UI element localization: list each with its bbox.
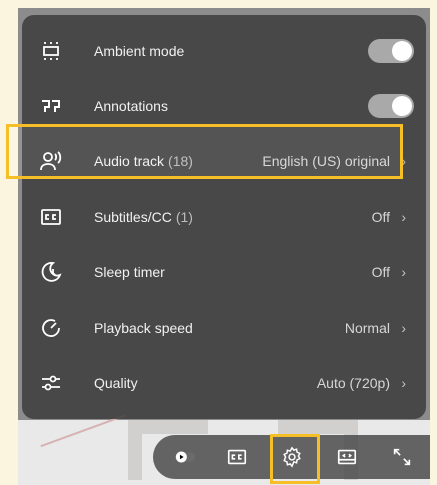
subtitles-icon [39,205,63,229]
chevron-right-icon: › [401,263,406,280]
autoplay-toggle[interactable] [171,443,199,471]
subtitles-value: Off [371,208,390,225]
playback-speed-value: Normal [344,319,390,336]
quality-value: Auto (720p) [316,374,390,391]
sleep-timer-value: Off [371,263,390,280]
menu-item-label-text: Subtitles/CC [94,208,172,225]
chevron-right-icon: › [401,374,406,391]
menu-item-sleep-timer[interactable]: Sleep timer Off › [22,244,426,299]
annotations-icon [39,94,63,118]
menu-item-label: Ambient mode [94,42,185,59]
settings-menu: Ambient mode Annotations Audio track (18)… [22,15,426,419]
menu-item-subtitles[interactable]: Subtitles/CC (1) Off › [22,189,426,244]
toggle-knob [392,95,412,116]
menu-item-label: Playback speed [94,319,193,336]
menu-item-label: Quality [94,374,138,391]
chevron-right-icon: › [401,319,406,336]
ambient-mode-toggle[interactable] [368,38,414,63]
menu-item-count: (1) [175,208,193,225]
menu-item-playback-speed[interactable]: Playback speed Normal › [22,300,426,355]
settings-button-highlight [270,434,320,484]
sleep-timer-icon [39,260,63,284]
chevron-right-icon: › [401,208,406,225]
menu-item-label: Sleep timer [94,263,165,280]
annotations-toggle[interactable] [368,93,414,118]
fullscreen-button[interactable] [388,443,416,471]
quality-icon [39,371,63,395]
menu-item-quality[interactable]: Quality Auto (720p) › [22,355,426,410]
audio-track-highlight [6,124,403,179]
ambient-mode-icon [39,39,63,63]
playback-speed-icon [39,316,63,340]
menu-item-label: Subtitles/CC (1) [94,209,193,225]
subtitles-button[interactable] [223,443,251,471]
menu-item-ambient-mode[interactable]: Ambient mode [22,23,426,78]
theater-mode-button[interactable] [333,443,361,471]
toggle-knob [392,40,412,61]
menu-item-label: Annotations [94,97,168,114]
